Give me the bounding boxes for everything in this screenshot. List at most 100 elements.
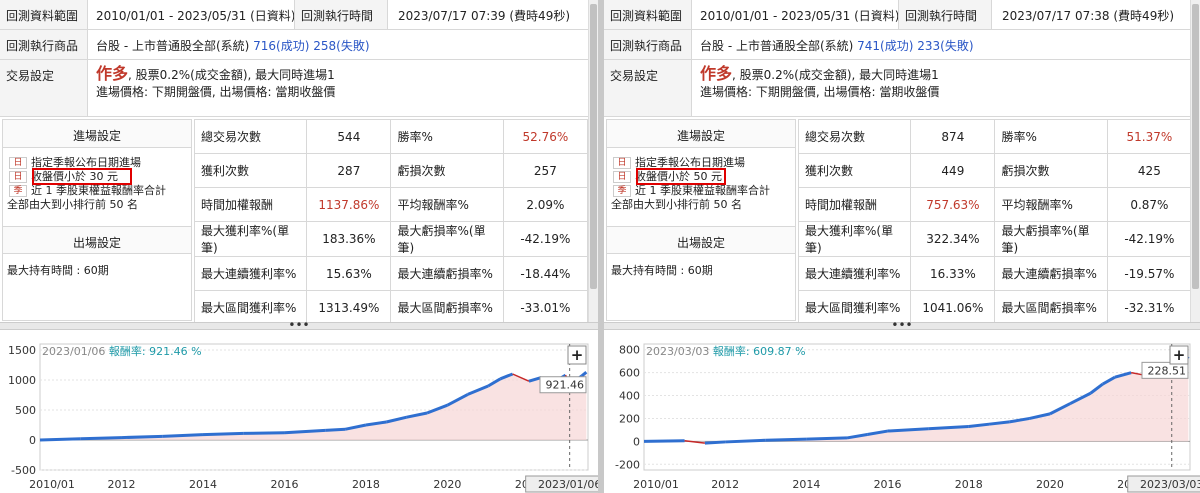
stat-label: 時間加權報酬 xyxy=(193,187,308,222)
x-tick-label: 2010/01 xyxy=(29,478,75,491)
entry-title: 進場設定 xyxy=(607,120,795,148)
equity-segment xyxy=(162,433,204,438)
range-value: 2010/01/01 - 2023/05/31 (日資料) xyxy=(96,9,296,23)
stat-label: 時間加權報酬 xyxy=(797,187,912,222)
vertical-scrollbar[interactable] xyxy=(588,0,598,322)
equity-segment xyxy=(725,438,766,444)
trade-label: 交易設定 xyxy=(0,60,88,116)
y-tick-label: 0 xyxy=(633,435,640,448)
trade-value: 作多, 股票0.2%(成交金額), 最大同時進場1 進場價格: 下期開盤價, 出… xyxy=(700,65,939,101)
condition-text: 近 1 季股東權益報酬率合計 xyxy=(635,184,770,197)
scrollbar-thumb[interactable] xyxy=(1192,4,1199,289)
legend-date: 2023/01/06 xyxy=(42,345,109,358)
stat-value: 2.09% xyxy=(502,187,589,222)
product-success-link[interactable]: 741(成功) xyxy=(857,39,913,53)
stat-label: 總交易次數 xyxy=(193,119,308,154)
legend-value: 609.87 % xyxy=(753,345,805,358)
exit-text: 最大持有時間 : 60期 xyxy=(611,264,713,277)
range-label: 回測資料範圍 xyxy=(604,0,692,29)
range-label: 回測資料範圍 xyxy=(0,0,88,29)
last-value-label: 921.46 xyxy=(546,379,585,392)
exec-value: 2023/07/17 07:38 (費時49秒) xyxy=(1002,9,1175,23)
trade-action: 作多 xyxy=(700,64,733,83)
equity-segment xyxy=(643,439,685,443)
stat-value: 15.63% xyxy=(306,256,392,291)
splitter-handle[interactable]: ••• xyxy=(604,318,1200,332)
trade-price: 進場價格: 下期開盤價, 出場價格: 當期收盤價 xyxy=(96,85,336,99)
stat-label: 獲利次數 xyxy=(797,153,912,188)
condition-tag: 季 xyxy=(613,185,631,197)
legend-date: 2023/03/03 xyxy=(646,345,713,358)
condition-tail: 全部由大到小排行前 50 名 xyxy=(611,198,742,211)
stat-value: -42.19% xyxy=(502,221,589,257)
stat-value: 425 xyxy=(1106,153,1193,188)
stat-value: 287 xyxy=(306,153,392,188)
stat-value: 16.33% xyxy=(910,256,996,291)
product-row: 回測執行商品 台股 - 上市普通股全部(系統) 741(成功) 233(失敗) xyxy=(604,30,1190,60)
condition-tag: 日 xyxy=(9,171,27,183)
stat-value: 52.76% xyxy=(502,119,589,154)
stat-label: 最大連續獲利率% xyxy=(193,256,308,291)
entry-settings: 進場設定 日指定季報公布日期進場 日收盤價小於 30 元 季近 1 季股東權益報… xyxy=(2,119,192,321)
entry-settings: 進場設定 日指定季報公布日期進場 日收盤價小於 50 元 季近 1 季股東權益報… xyxy=(606,119,796,321)
highlight-box xyxy=(32,168,132,185)
last-value-label: 228.51 xyxy=(1148,364,1187,377)
trade-desc: , 股票0.2%(成交金額), 最大同時進場1 xyxy=(732,68,939,82)
equity-chart[interactable]: -500 0 500 1000 1500 2010/01 2012 2014 2016 2018 2… xyxy=(0,330,598,493)
x-tick-label: 2018 xyxy=(955,478,983,491)
stats-row: 最大獲利率%(單筆) 183.36% 最大虧損率%(單筆) -42.19% xyxy=(193,221,589,257)
product-fail-link[interactable]: 258(失敗) xyxy=(309,39,369,53)
backtest-panel-left: 回測資料範圍 2010/01/01 - 2023/05/31 (日資料) 回測執… xyxy=(0,0,598,493)
y-tick-label: -200 xyxy=(615,458,640,471)
range-row: 回測資料範圍 2010/01/01 - 2023/05/31 (日資料) 回測執… xyxy=(604,0,1190,30)
stat-value: -42.19% xyxy=(1106,221,1193,257)
stat-label: 平均報酬率% xyxy=(390,187,504,222)
stats-row: 獲利次數 287 虧損次數 257 xyxy=(193,153,589,188)
y-tick-label: 400 xyxy=(619,390,640,403)
y-tick-label: 1000 xyxy=(8,374,36,387)
cursor-date-label: 2023/01/06 xyxy=(538,478,598,491)
stat-label: 虧損次數 xyxy=(390,153,504,188)
legend-label: 報酬率: xyxy=(713,344,753,358)
range-row: 回測資料範圍 2010/01/01 - 2023/05/31 (日資料) 回測執… xyxy=(0,0,588,30)
stat-value: -18.44% xyxy=(502,256,589,291)
stats-row: 總交易次數 544 勝率% 52.76% xyxy=(193,119,589,154)
condition-row-2: 季近 1 季股東權益報酬率合計 xyxy=(3,184,191,198)
scrollbar-thumb[interactable] xyxy=(590,4,597,289)
stat-label: 獲利次數 xyxy=(193,153,308,188)
backtest-panel-right: 回測資料範圍 2010/01/01 - 2023/05/31 (日資料) 回測執… xyxy=(604,0,1200,493)
equity-segment xyxy=(765,437,807,442)
product-fail-link[interactable]: 233(失敗) xyxy=(913,39,973,53)
exec-label: 回測執行時間 xyxy=(898,0,992,29)
equity-segment xyxy=(121,434,163,440)
stat-label: 最大區間虧損率% xyxy=(994,290,1108,325)
stat-value: 1041.06% xyxy=(910,290,996,325)
x-tick-label: 2012 xyxy=(711,478,739,491)
equity-segment xyxy=(806,436,848,441)
condition-tail: 全部由大到小排行前 50 名 xyxy=(7,198,138,211)
y-tick-label: 600 xyxy=(619,367,640,380)
trade-label: 交易設定 xyxy=(604,60,692,116)
splitter-handle[interactable]: ••• xyxy=(0,318,598,332)
vertical-scrollbar[interactable] xyxy=(1190,0,1200,322)
stats-row: 時間加權報酬 757.63% 平均報酬率% 0.87% xyxy=(797,187,1193,222)
equity-chart[interactable]: -200 0 200 400 600 800 2010/01 2012 2014 2016 2018… xyxy=(604,330,1200,493)
condition-tag: 日 xyxy=(9,157,27,169)
stats-row: 獲利次數 449 虧損次數 425 xyxy=(797,153,1193,188)
x-tick-label: 2012 xyxy=(107,478,135,491)
condition-tag: 日 xyxy=(613,171,631,183)
stat-value: -19.57% xyxy=(1106,256,1193,291)
y-tick-label: 500 xyxy=(15,404,36,417)
legend: 2023/03/03 報酬率: 609.87 % xyxy=(646,344,806,358)
stats-row: 最大連續獲利率% 16.33% 最大連續虧損率% -19.57% xyxy=(797,256,1193,291)
exit-text: 最大持有時間 : 60期 xyxy=(7,264,109,277)
exec-label: 回測執行時間 xyxy=(294,0,388,29)
stats-row: 最大區間獲利率% 1041.06% 最大區間虧損率% -32.31% xyxy=(797,290,1193,325)
stat-value: 1137.86% xyxy=(306,187,392,222)
x-tick-label: 2014 xyxy=(189,478,217,491)
product-success-link[interactable]: 716(成功) xyxy=(253,39,309,53)
stat-label: 總交易次數 xyxy=(797,119,912,154)
condition-tag: 季 xyxy=(9,185,27,197)
stat-label: 最大獲利率%(單筆) xyxy=(797,221,912,257)
cursor-date-label: 2023/03/03 xyxy=(1140,478,1200,491)
